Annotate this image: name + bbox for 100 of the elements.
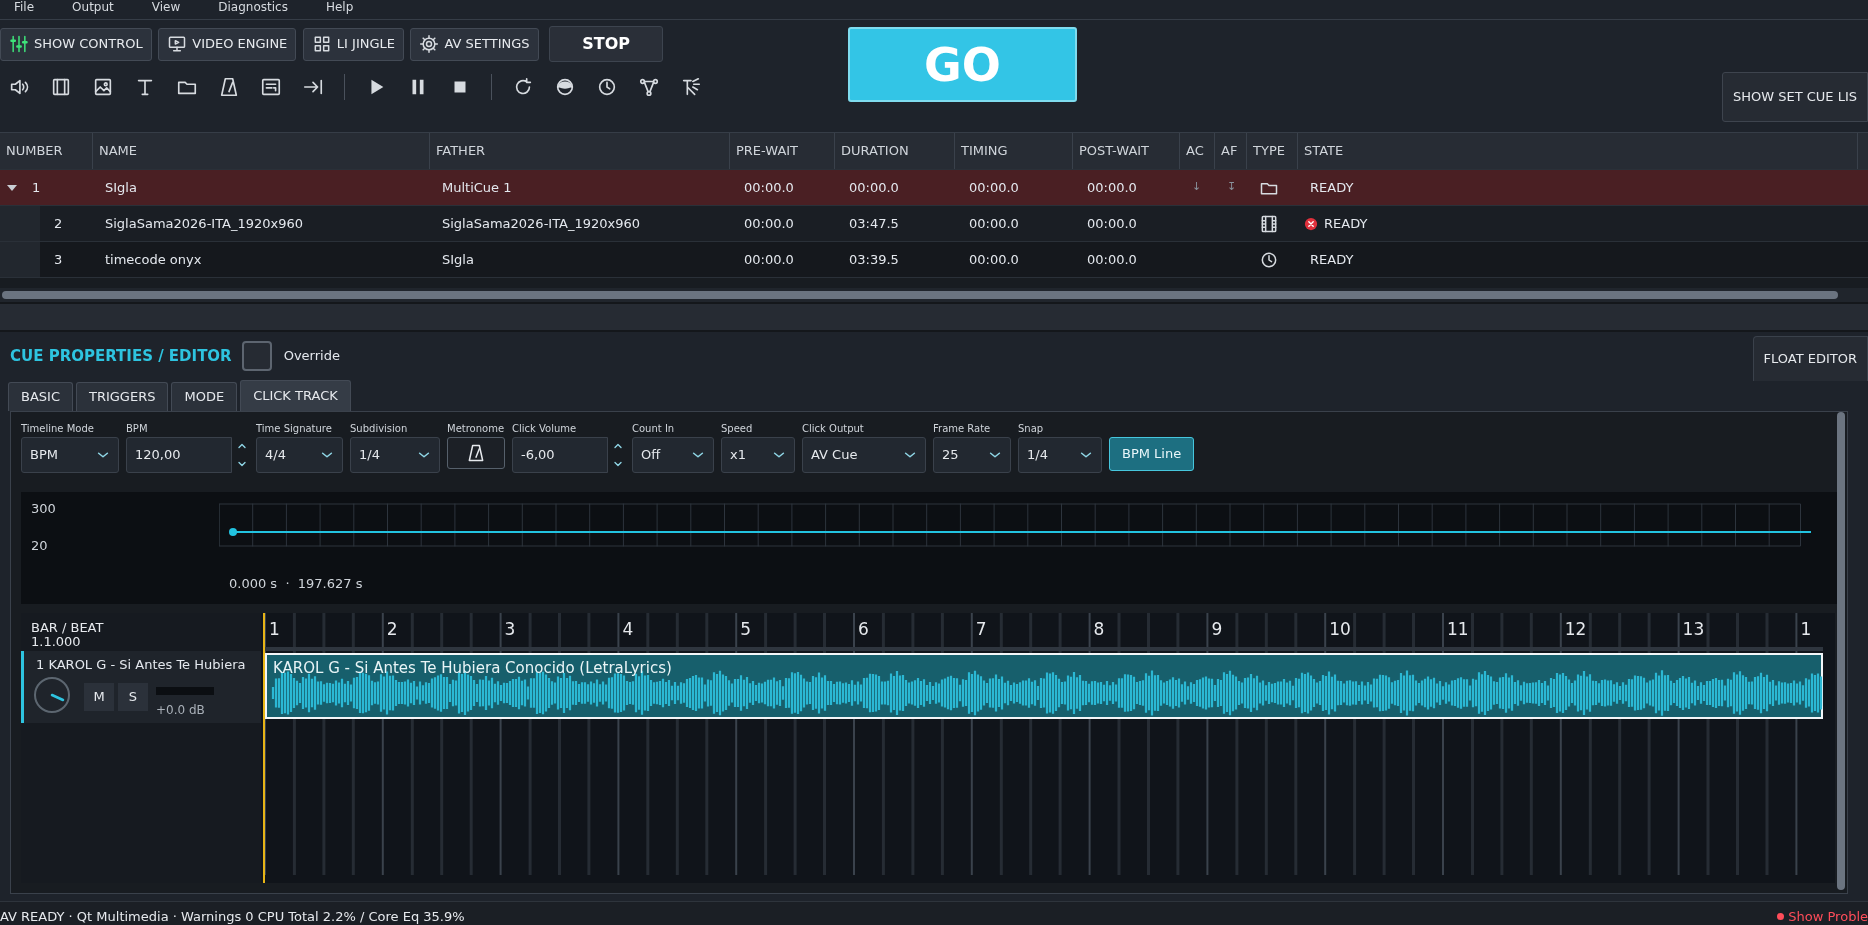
table-cell-text: MultiCue 1: [442, 178, 512, 197]
column-header[interactable]: AC: [1180, 133, 1215, 169]
table-cell-text: 1: [32, 178, 41, 197]
bar-number: 4: [622, 618, 634, 641]
dropdown[interactable]: BPM: [21, 437, 119, 473]
scrollbar[interactable]: [1837, 412, 1845, 890]
level-meter: [156, 687, 214, 695]
bar-number: 11: [1447, 618, 1469, 641]
dropdown[interactable]: 1/4: [350, 437, 440, 473]
override-checkbox[interactable]: [241, 341, 272, 371]
column-header[interactable]: STATE: [1298, 133, 1858, 169]
table-cell-text: SIgla: [105, 178, 137, 197]
table-cell-text: 00:00.0: [849, 178, 899, 197]
bar-number: 13: [1682, 618, 1705, 641]
network-icon[interactable]: [638, 76, 660, 98]
film-icon[interactable]: [50, 76, 72, 98]
table-cell-text: SiglaSama2026-ITA_1920x960: [442, 214, 641, 233]
bar-number: 1: [269, 618, 280, 641]
tab[interactable]: CLICK TRACK: [240, 380, 351, 411]
field-label: Metronome: [447, 422, 505, 436]
gain-readout: +0.0 dB: [156, 702, 205, 719]
table-row[interactable]: 2 SiglaSama2026-ITA_1920x960 SiglaSama2026-ITA_1920x960 00:00.0 03:47.5 00:00.0 00:00.0 READY: [0, 206, 1868, 242]
column-header[interactable]: TYPE: [1247, 133, 1298, 169]
field-label: Speed: [721, 422, 754, 436]
bpm-line-button[interactable]: BPM Line: [1109, 437, 1195, 471]
toolbar-button[interactable]: SHOW CONTROL: [0, 27, 152, 61]
menu-item[interactable]: Help: [325, 0, 354, 19]
column-header[interactable]: FATHER: [430, 133, 730, 169]
field-label: Frame Rate: [933, 422, 992, 436]
dropdown[interactable]: 25: [933, 437, 1011, 473]
toolbar-button[interactable]: AV SETTINGS: [410, 27, 539, 61]
tab[interactable]: MODE: [171, 382, 238, 411]
bar-number: 5: [740, 618, 751, 641]
table-cell-text: 00:00.0: [1087, 214, 1137, 233]
track-header[interactable]: 1 KAROL G - Si Antes Te Hubiera M S +0.0 dB: [21, 651, 261, 723]
menu-item[interactable]: View: [151, 0, 181, 19]
sliders-icon: [9, 34, 29, 54]
column-header[interactable]: NAME: [93, 133, 430, 169]
menu-item[interactable]: Output: [72, 0, 114, 19]
problems-link[interactable]: Show Proble: [1777, 906, 1868, 925]
table-cell-text: READY: [1310, 250, 1354, 269]
clock-icon[interactable]: [596, 76, 618, 98]
number-field[interactable]: 120,00: [126, 437, 232, 473]
dropdown[interactable]: 1/4: [1018, 437, 1102, 473]
field-label: Subdivision: [350, 422, 409, 436]
bar-number: 7: [975, 618, 987, 641]
audio-clip[interactable]: KAROL G - Si Antes Te Hubiera Conocido (LetraLyrics): [265, 653, 1823, 719]
cue-list-button[interactable]: SHOW SET CUE LIS: [1721, 72, 1868, 122]
table-cell-text: 3: [54, 250, 63, 269]
image-icon[interactable]: [92, 76, 114, 98]
solo-button[interactable]: S: [118, 683, 148, 711]
toolbar-button[interactable]: VIDEO ENGINE: [158, 27, 297, 61]
column-header[interactable]: DURATION: [835, 133, 955, 169]
table-cell-text: 00:00.0: [744, 178, 794, 197]
table-row[interactable]: 3 timecode onyx SIgla 00:00.0 03:39.5 00:00.0 00:00.0 READY: [0, 242, 1868, 278]
bar-number: 10: [1329, 618, 1351, 641]
stop-button[interactable]: STOP: [549, 26, 664, 62]
field-label: Count In: [632, 422, 676, 436]
toolbar-button[interactable]: LI JINGLE: [302, 27, 404, 61]
bar-number: 2: [386, 618, 398, 641]
bar-number: 12: [1564, 618, 1587, 641]
mute-button[interactable]: M: [84, 683, 114, 711]
table-cell: ↧: [1227, 179, 1237, 196]
metronome-icon[interactable]: [218, 76, 240, 98]
column-header[interactable]: NUMBER: [0, 133, 93, 169]
knob-icon[interactable]: [32, 675, 72, 715]
table-cell-text: 00:00.0: [969, 250, 1019, 269]
scrollbar[interactable]: [2, 291, 1838, 299]
dropdown[interactable]: Off: [632, 437, 714, 473]
bar-number: 1: [1800, 618, 1812, 641]
dropdown[interactable]: 4/4: [256, 437, 343, 473]
menu-item[interactable]: File: [14, 0, 35, 19]
dropdown[interactable]: x1: [721, 437, 795, 473]
error-icon: [1304, 216, 1318, 231]
document-icon[interactable]: [260, 76, 282, 98]
table-cell-text: 03:39.5: [849, 250, 899, 269]
status-text: AV READY · Qt Multimedia · Warnings 0 CPU Total 2.2% / Core Eq 35.9%: [0, 907, 465, 925]
field-label: BPM: [126, 422, 149, 436]
tab[interactable]: TRIGGERS: [76, 382, 169, 411]
float-editor-button[interactable]: FLOAT EDITOR: [1752, 336, 1868, 381]
table-cell-text: SIgla: [442, 250, 474, 269]
tab[interactable]: BASIC: [8, 382, 73, 411]
metronome-button[interactable]: [447, 437, 505, 469]
metronome-icon: [466, 443, 486, 463]
column-header[interactable]: POST-WAIT: [1073, 133, 1180, 169]
dropdown[interactable]: AV Cue: [802, 437, 926, 473]
column-header[interactable]: AF: [1215, 133, 1247, 169]
bar-number: 3: [504, 618, 516, 641]
table-cell-text: READY: [1324, 214, 1368, 233]
table-row[interactable]: 1 SIgla MultiCue 1 00:00.0 00:00.0 00:00.0 00:00.0 ↓ ↧ READY: [0, 170, 1868, 206]
field-label: Time Signature: [256, 422, 333, 436]
table-cell-text: 00:00.0: [969, 178, 1019, 197]
column-header[interactable]: TIMING: [955, 133, 1073, 169]
panel-title: CUE PROPERTIES / EDITOR: [10, 345, 232, 367]
number-field[interactable]: -6,00: [512, 437, 608, 473]
bar-number: 8: [1093, 618, 1105, 641]
bar-number: 9: [1211, 618, 1223, 641]
field-label: Click Volume: [512, 422, 578, 436]
menu-item[interactable]: Diagnostics: [218, 0, 288, 19]
column-header[interactable]: PRE-WAIT: [730, 133, 835, 169]
